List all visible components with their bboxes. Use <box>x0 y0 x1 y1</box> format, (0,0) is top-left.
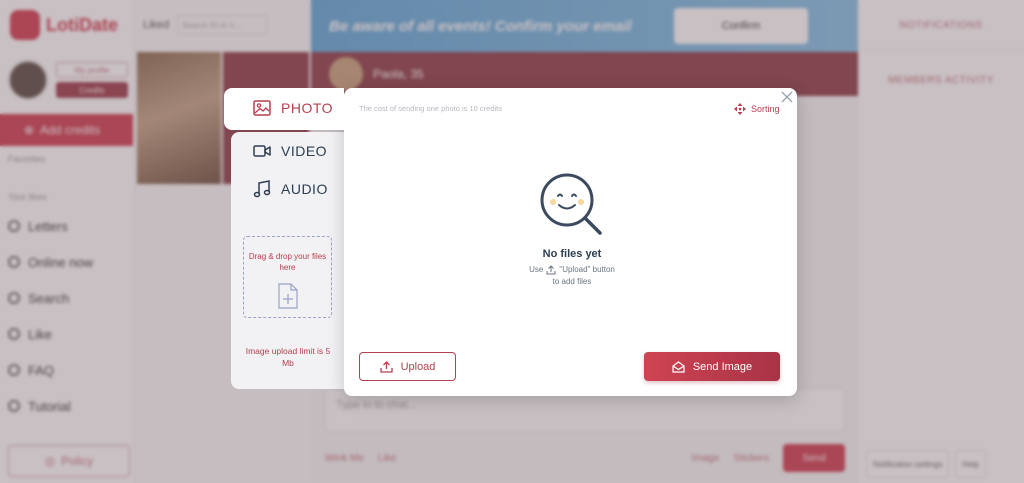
dropzone-text: Drag & drop your files here <box>248 252 327 272</box>
upload-limit-note: Image upload limit is 5 Mb <box>245 346 331 368</box>
empty-hint-suffix: "Upload" button <box>559 265 615 274</box>
cost-note: The cost of sending one photo is 10 cred… <box>359 104 503 113</box>
upload-button[interactable]: Upload <box>359 352 456 381</box>
tab-audio[interactable]: AUDIO <box>253 180 328 198</box>
sorting-label: Sorting <box>751 104 780 114</box>
send-image-icon <box>672 360 685 373</box>
empty-hint-prefix: Use <box>529 265 544 274</box>
empty-hint: Use "Upload" button to add files <box>529 264 615 288</box>
file-dropzone[interactable]: Drag & drop your files here <box>243 236 332 318</box>
send-image-button[interactable]: Send Image <box>644 352 780 381</box>
tab-video[interactable]: VIDEO <box>253 143 327 159</box>
send-image-label: Send Image <box>692 360 753 373</box>
move-arrows-icon <box>734 103 746 115</box>
music-note-icon <box>253 180 271 198</box>
empty-hint-line2: to add files <box>552 277 592 286</box>
add-file-icon <box>277 283 298 309</box>
upload-icon <box>546 265 556 275</box>
empty-title: No files yet <box>542 248 602 260</box>
tab-photo-label: PHOTO <box>281 100 334 116</box>
tab-photo[interactable]: PHOTO <box>253 100 333 116</box>
tab-audio-label: AUDIO <box>281 181 328 197</box>
empty-state: No files yet Use "Upload" button to add … <box>500 172 644 288</box>
sorting-button[interactable]: Sorting <box>734 103 780 115</box>
magnifier-smile-icon <box>540 173 602 235</box>
upload-icon <box>379 360 393 373</box>
close-icon[interactable] <box>780 90 794 104</box>
image-icon <box>253 100 271 116</box>
video-camera-icon <box>253 145 271 157</box>
upload-button-label: Upload <box>400 360 436 373</box>
tab-video-label: VIDEO <box>281 143 328 159</box>
